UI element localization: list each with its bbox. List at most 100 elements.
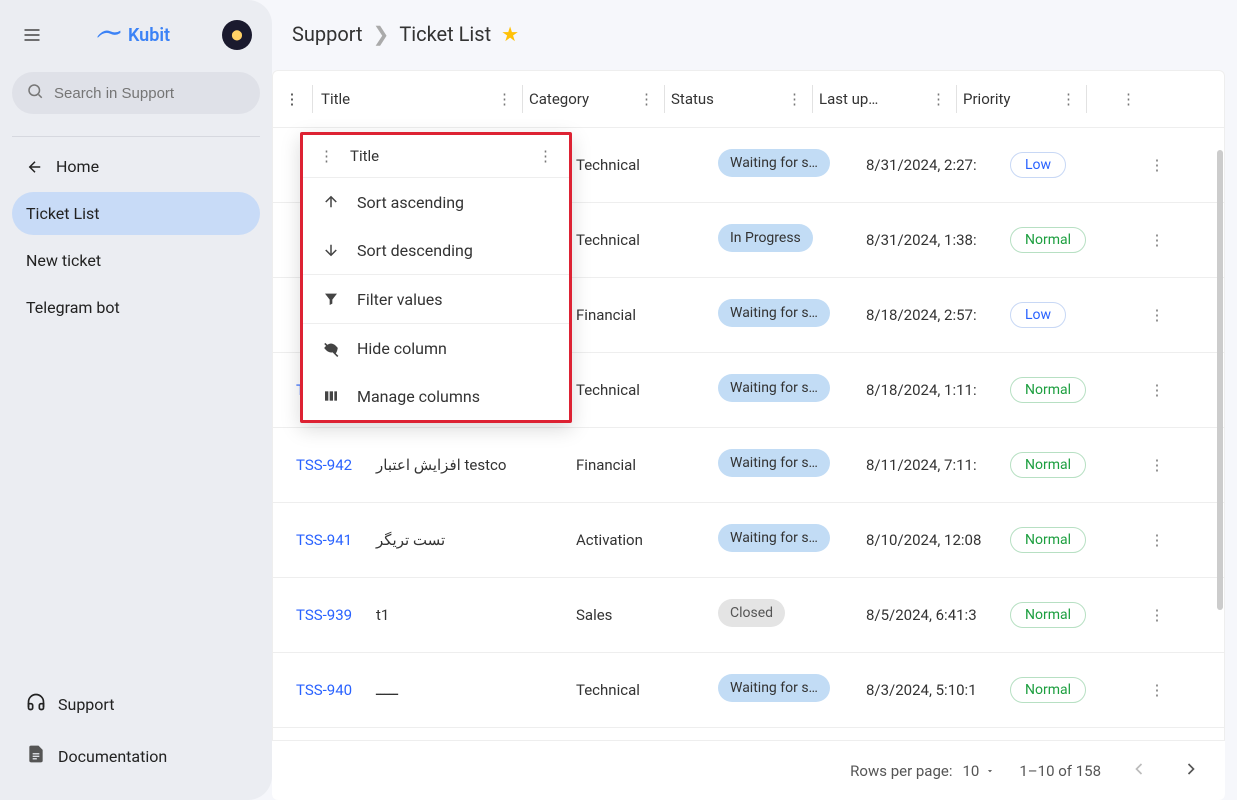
sidebar-home[interactable]: Home (12, 145, 260, 188)
popover-right-menu-icon[interactable]: ⋮ (530, 147, 561, 165)
sidebar-home-label: Home (56, 157, 99, 176)
column-label: Last up… (819, 90, 878, 108)
row-menu[interactable]: ⋮ (1132, 306, 1182, 324)
column-menu-priority[interactable]: ⋮ (1057, 90, 1080, 108)
row-menu[interactable]: ⋮ (1132, 456, 1182, 474)
star-icon[interactable]: ★ (501, 22, 519, 46)
arrow-left-icon (26, 158, 44, 176)
pagination-prev[interactable] (1125, 755, 1153, 787)
sidebar-item-telegram-bot[interactable]: Telegram bot (12, 286, 260, 329)
brand[interactable]: Kubit (56, 25, 210, 46)
column-menu-actions[interactable]: ⋮ (1117, 90, 1140, 108)
popover-manage-columns[interactable]: Manage columns (303, 372, 569, 420)
status-badge: In Progress (718, 224, 813, 252)
row-menu[interactable]: ⋮ (1132, 381, 1182, 399)
row-menu[interactable]: ⋮ (1132, 156, 1182, 174)
cell-title: ـــــ (368, 681, 568, 699)
table-row[interactable]: TSS-942افزایش اعتبار testcoFinancialWait… (272, 428, 1225, 503)
hamburger-menu[interactable] (20, 23, 44, 47)
sidebar-item-new-ticket[interactable]: New ticket (12, 239, 260, 282)
row-menu[interactable]: ⋮ (1132, 606, 1182, 624)
cell-status: Closed (710, 599, 858, 631)
cell-id[interactable]: TSS-940 (288, 681, 368, 699)
brand-name: Kubit (128, 25, 170, 46)
cell-priority: Normal (1002, 452, 1132, 478)
priority-badge: Low (1010, 152, 1066, 178)
column-menu-status[interactable]: ⋮ (783, 90, 806, 108)
table-row[interactable]: TSS-941تست تریگرActivationWaiting for s…… (272, 503, 1225, 578)
column-header-title[interactable]: Title ⋮ (312, 85, 522, 113)
sidebar-bottom-support[interactable]: Support (12, 680, 260, 728)
sidebar-item-ticket-list[interactable]: Ticket List (12, 192, 260, 235)
column-label: Priority (963, 90, 1010, 108)
cell-category: Technical (568, 681, 710, 699)
arrow-down-icon (321, 240, 341, 260)
sidebar-bottom-documentation[interactable]: Documentation (12, 732, 260, 780)
scrollbar[interactable] (1217, 150, 1223, 610)
table-row[interactable]: TSS-940ـــــTechnicalWaiting for s…8/3/2… (272, 653, 1225, 728)
cell-status: In Progress (710, 224, 858, 256)
column-header-status[interactable]: Status ⋮ (664, 85, 812, 113)
cell-priority: Low (1002, 152, 1132, 178)
cell-category: Financial (568, 456, 710, 474)
status-badge: Waiting for s… (718, 374, 830, 402)
popover-sort-asc[interactable]: Sort ascending (303, 178, 569, 226)
rows-per-page-label: Rows per page: (850, 762, 952, 780)
cell-status: Waiting for s… (710, 149, 858, 181)
row-menu[interactable]: ⋮ (1132, 231, 1182, 249)
sidebar-bottom-label: Support (58, 695, 114, 714)
column-menu-id[interactable]: ⋮ (285, 90, 300, 108)
pagination-range: 1–10 of 158 (1019, 762, 1101, 780)
cell-updated: 8/18/2024, 2:57: (858, 306, 1002, 324)
avatar[interactable]: ⬤ (222, 20, 252, 50)
column-header-priority[interactable]: Priority ⋮ (956, 85, 1086, 113)
popover-left-menu-icon[interactable]: ⋮ (311, 147, 342, 165)
cell-id[interactable]: TSS-942 (288, 456, 368, 474)
rows-per-page-select[interactable]: 10 (962, 762, 995, 780)
sidebar-item-label: New ticket (26, 251, 101, 270)
row-menu[interactable]: ⋮ (1132, 681, 1182, 699)
breadcrumb-root[interactable]: Support (292, 22, 363, 46)
arrow-up-icon (321, 192, 341, 212)
column-label: Status (671, 90, 714, 108)
cell-id[interactable]: TSS-941 (288, 531, 368, 549)
popover-header-label: Title (342, 147, 530, 165)
cell-priority: Normal (1002, 677, 1132, 703)
sidebar-item-label: Telegram bot (26, 298, 120, 317)
cell-status: Waiting for s… (710, 299, 858, 331)
filter-icon (321, 289, 341, 309)
column-popover: ⋮ Title ⋮ Sort ascending Sort descending… (300, 132, 572, 423)
popover-item-label: Filter values (357, 290, 443, 309)
column-header-category[interactable]: Category ⋮ (522, 85, 664, 113)
cell-updated: 8/11/2024, 7:11: (858, 456, 1002, 474)
cell-category: Activation (568, 531, 710, 549)
cell-id[interactable]: TSS-939 (288, 606, 368, 624)
cell-title: t1 (368, 606, 568, 624)
breadcrumb-page[interactable]: Ticket List (399, 22, 491, 46)
cell-updated: 8/3/2024, 5:10:1 (858, 681, 1002, 699)
cell-status: Waiting for s… (710, 449, 858, 481)
popover-item-label: Manage columns (357, 387, 480, 406)
popover-hide-column[interactable]: Hide column (303, 324, 569, 372)
popover-item-label: Sort descending (357, 241, 473, 260)
column-menu-title[interactable]: ⋮ (493, 90, 516, 108)
priority-badge: Normal (1010, 227, 1086, 253)
cell-updated: 8/5/2024, 6:41:3 (858, 606, 1002, 624)
column-menu-category[interactable]: ⋮ (635, 90, 658, 108)
status-badge: Waiting for s… (718, 449, 830, 477)
popover-sort-desc[interactable]: Sort descending (303, 226, 569, 274)
row-menu[interactable]: ⋮ (1132, 531, 1182, 549)
search-input[interactable] (54, 85, 253, 102)
priority-badge: Low (1010, 302, 1066, 328)
status-badge: Waiting for s… (718, 299, 830, 327)
column-header-updated[interactable]: Last up… ⋮ (812, 85, 956, 113)
search-box[interactable] (12, 72, 260, 114)
table-row[interactable]: TSS-939t1SalesClosed8/5/2024, 6:41:3Norm… (272, 578, 1225, 653)
cell-priority: Normal (1002, 602, 1132, 628)
sidebar-bottom-label: Documentation (58, 747, 167, 766)
popover-filter[interactable]: Filter values (303, 275, 569, 323)
pagination-next[interactable] (1177, 755, 1205, 787)
columns-icon (321, 386, 341, 406)
column-menu-updated[interactable]: ⋮ (927, 90, 950, 108)
brand-logo-icon (96, 25, 122, 46)
